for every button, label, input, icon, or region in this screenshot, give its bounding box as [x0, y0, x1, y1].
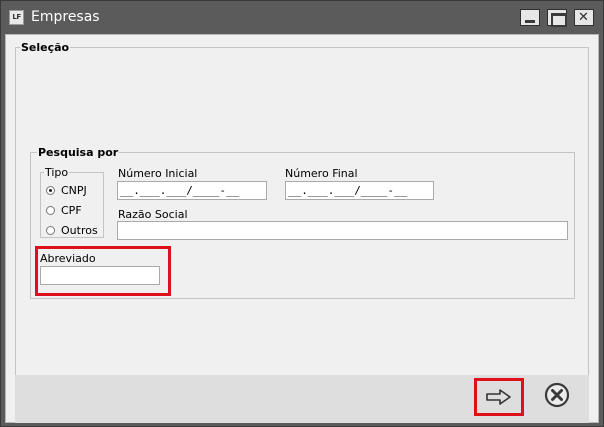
tipo-group: Tipo CNPJ CPF Outros	[40, 166, 104, 238]
abreviado-label: Abreviado	[40, 252, 96, 265]
selecao-group: Seleção Pesquisa por Tipo CNPJ CPF Outro…	[15, 41, 589, 380]
client-area: Seleção Pesquisa por Tipo CNPJ CPF Outro…	[5, 34, 599, 423]
razao-social-input[interactable]	[117, 221, 568, 240]
minimize-button[interactable]	[520, 9, 540, 26]
button-bar	[15, 375, 589, 423]
title-bar[interactable]: LF Empresas ✕	[1, 1, 603, 34]
radio-cnpj-label: CNPJ	[61, 183, 87, 197]
selecao-label: Seleção	[20, 41, 71, 54]
radio-cpf-label: CPF	[61, 203, 82, 217]
cancel-button[interactable]	[543, 381, 571, 409]
radio-cpf[interactable]: CPF	[46, 203, 82, 217]
maximize-button[interactable]	[547, 9, 567, 27]
numero-final-label: Número Final	[285, 167, 358, 180]
app-icon: LF	[9, 10, 24, 25]
tipo-label: Tipo	[44, 166, 70, 179]
radio-unselected-icon	[46, 205, 55, 215]
close-icon: ✕	[578, 10, 589, 25]
window-title: Empresas	[31, 9, 100, 25]
numero-final-input[interactable]: __.___.___/____-__	[285, 181, 434, 200]
radio-unselected-icon	[46, 225, 55, 235]
abreviado-input[interactable]	[40, 266, 160, 285]
next-button[interactable]	[474, 378, 524, 416]
close-window-button[interactable]: ✕	[574, 9, 594, 26]
radio-outros[interactable]: Outros	[46, 223, 98, 237]
numero-inicial-label: Número Inicial	[118, 167, 198, 180]
pesquisa-por-group: Pesquisa por Tipo CNPJ CPF Outros Número…	[30, 146, 575, 299]
numero-inicial-input[interactable]: __.___.___/____-__	[117, 181, 267, 200]
radio-outros-label: Outros	[61, 223, 98, 237]
radio-cnpj[interactable]: CNPJ	[46, 183, 87, 197]
close-circle-icon	[544, 382, 570, 408]
arrow-right-icon	[486, 389, 511, 405]
pesquisa-por-label: Pesquisa por	[37, 146, 120, 159]
radio-selected-icon	[46, 185, 55, 195]
empresas-window: LF Empresas ✕ Seleção Pesquisa por Tipo …	[0, 0, 604, 427]
razao-social-label: Razão Social	[118, 208, 188, 221]
